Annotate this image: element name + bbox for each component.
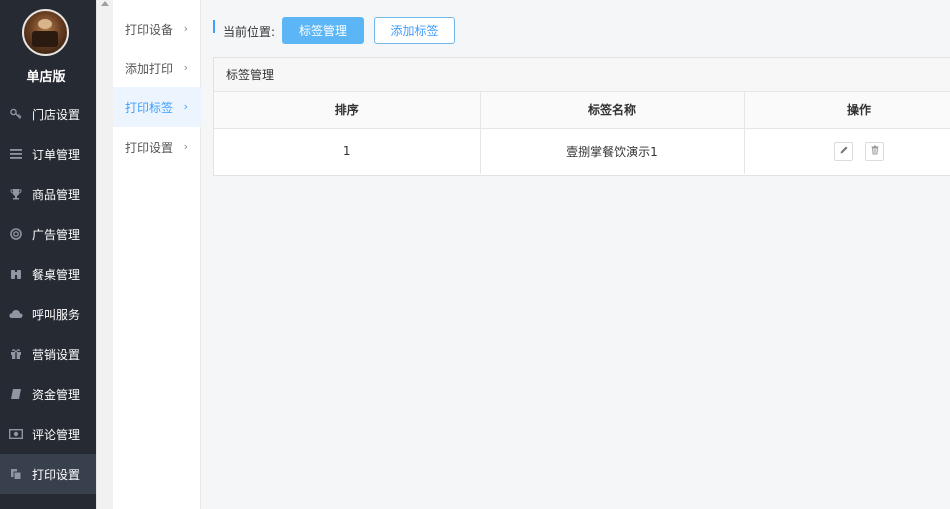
chevron-right-icon: › [183, 100, 188, 113]
submenu-item-print-devices[interactable]: 打印设备 › [113, 9, 201, 49]
pencil-icon [839, 144, 849, 158]
list-icon [0, 149, 28, 159]
nav-label: 订单管理 [32, 147, 81, 162]
nav-item-store-settings[interactable]: 门店设置 [0, 94, 96, 134]
cell-actions [744, 128, 950, 174]
money-icon [0, 429, 28, 439]
scroll-up-arrow-icon[interactable] [101, 1, 109, 6]
nav-label: 广告管理 [32, 227, 81, 242]
submenu-label: 添加打印 [125, 61, 174, 76]
nav-item-reviews[interactable]: 评论管理 [0, 414, 96, 454]
main-content: 当前位置: 标签管理 添加标签 标签管理 排序 标签名称 操作 1 壹捌掌餐饮演… [201, 0, 950, 509]
nav-label: 评论管理 [32, 427, 81, 442]
label-management-button[interactable]: 标签管理 [282, 17, 364, 44]
nav-item-products[interactable]: 商品管理 [0, 174, 96, 214]
nav-item-ads[interactable]: 广告管理 [0, 214, 96, 254]
trash-icon [870, 144, 880, 158]
nav-item-tables[interactable]: 餐桌管理 [0, 254, 96, 294]
submenu-label: 打印设置 [125, 140, 174, 155]
column-header-name: 标签名称 [480, 92, 745, 129]
main-sidebar: 单店版 门店设置 订单管理 商品管理 广告管理 餐桌管理 呼叫服务 营销设置 资… [0, 0, 96, 509]
nav-item-marketing[interactable]: 营销设置 [0, 334, 96, 374]
gift-icon [0, 348, 28, 360]
nav-item-orders[interactable]: 订单管理 [0, 134, 96, 174]
cell-name: 壹捌掌餐饮演示1 [480, 128, 745, 174]
breadcrumb-label: 当前位置: [223, 25, 276, 39]
book-icon [0, 388, 28, 400]
delete-button[interactable] [865, 141, 884, 161]
chevron-right-icon: › [183, 61, 188, 74]
table-header-row: 排序 标签名称 操作 [214, 92, 950, 129]
nav-item-call-service[interactable]: 呼叫服务 [0, 294, 96, 334]
nav-label: 呼叫服务 [32, 307, 81, 322]
nav-label: 资金管理 [32, 387, 81, 402]
chevron-right-icon: › [183, 140, 188, 153]
submenu-item-print-labels[interactable]: 打印标签 › [113, 87, 201, 127]
nav-item-finance[interactable]: 资金管理 [0, 374, 96, 414]
label-panel: 标签管理 排序 标签名称 操作 1 壹捌掌餐饮演示1 [213, 57, 950, 176]
breadcrumb-marker [213, 20, 215, 33]
store-name: 单店版 [26, 70, 66, 85]
nav-label: 打印设置 [32, 467, 81, 482]
key-icon [0, 108, 28, 120]
nav-label: 商品管理 [32, 187, 81, 202]
submenu-item-add-printer[interactable]: 添加打印 › [113, 48, 201, 88]
add-label-button[interactable]: 添加标签 [374, 17, 455, 44]
copy-icon [0, 468, 28, 480]
binoculars-icon [0, 268, 28, 280]
column-header-actions: 操作 [744, 92, 950, 129]
label-table: 排序 标签名称 操作 1 壹捌掌餐饮演示1 [214, 92, 950, 174]
submenu-item-print-settings[interactable]: 打印设置 › [113, 127, 201, 167]
submenu-label: 打印设备 [125, 22, 174, 37]
submenu-label: 打印标签 [125, 100, 174, 115]
cloud-icon [0, 309, 28, 319]
lifebuoy-icon [0, 228, 28, 240]
panel-title: 标签管理 [214, 58, 950, 92]
trophy-icon [0, 188, 28, 200]
store-avatar[interactable] [22, 9, 69, 56]
nav-label: 餐桌管理 [32, 267, 81, 282]
sidebar-scrollbar[interactable] [96, 0, 113, 509]
nav-label: 营销设置 [32, 347, 81, 362]
nav-label: 门店设置 [32, 107, 81, 122]
submenu-panel: 打印设备 › 添加打印 › 打印标签 › 打印设置 › [113, 0, 201, 509]
table-row: 1 壹捌掌餐饮演示1 [214, 128, 950, 174]
chevron-right-icon: › [183, 22, 188, 35]
column-header-sort: 排序 [214, 92, 481, 129]
edit-button[interactable] [834, 141, 853, 161]
nav-item-print-settings[interactable]: 打印设置 [0, 454, 96, 494]
cell-sort: 1 [214, 128, 481, 174]
